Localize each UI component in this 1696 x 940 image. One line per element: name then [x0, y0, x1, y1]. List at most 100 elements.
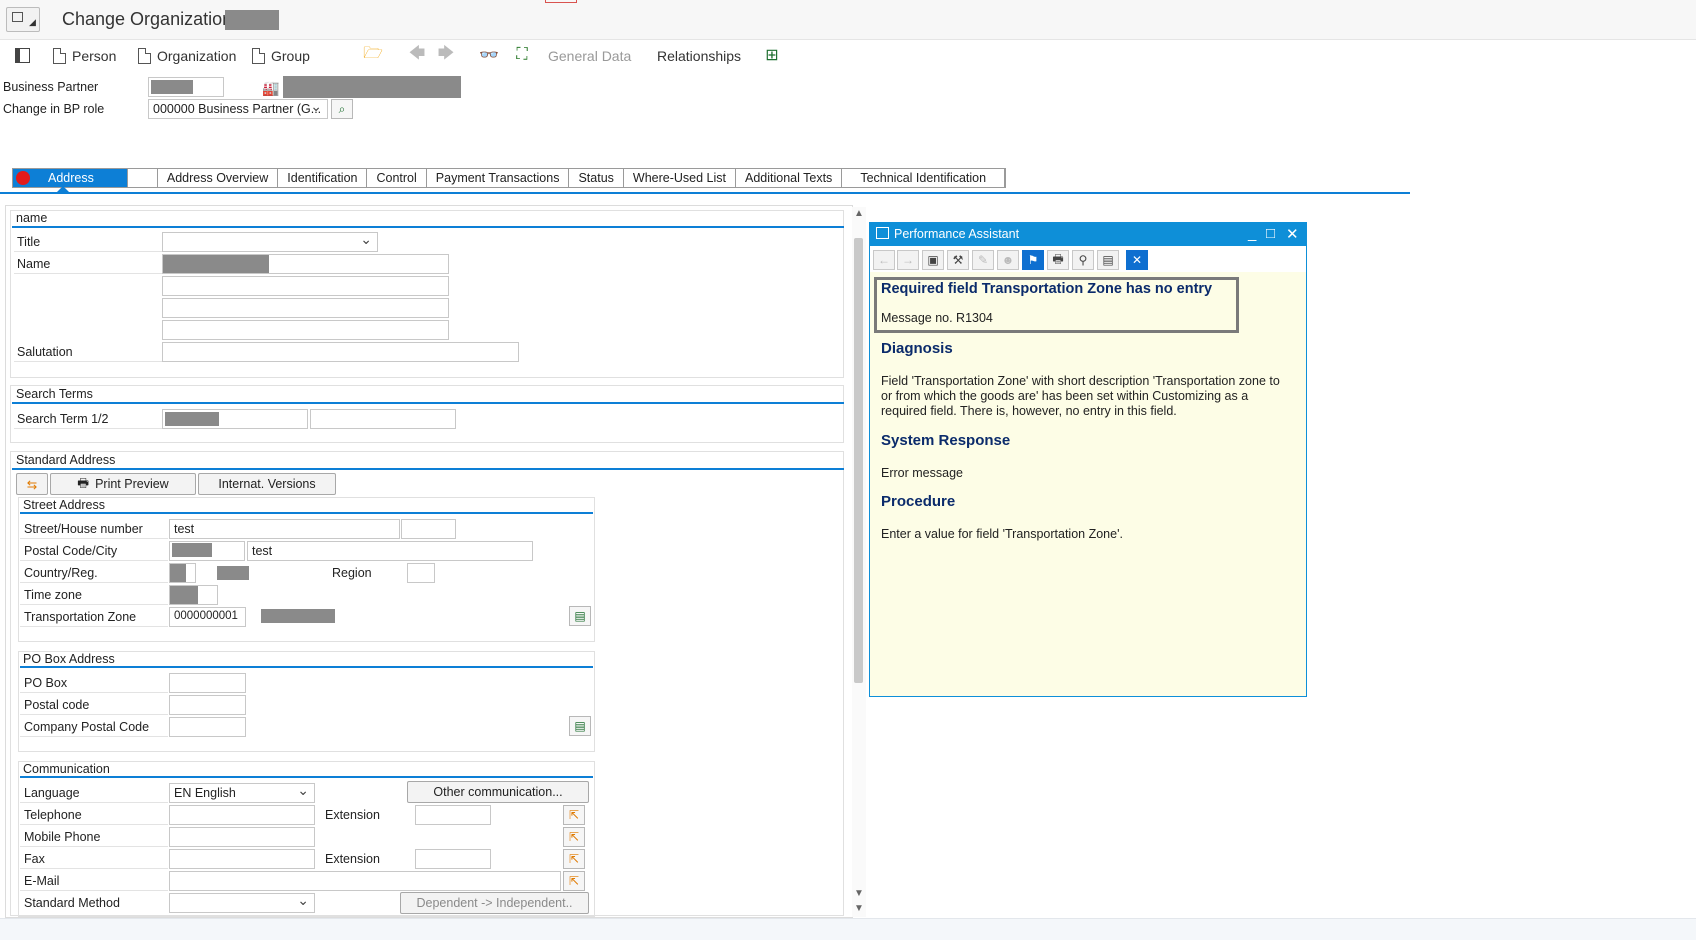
- menu-icon: [12, 12, 23, 22]
- name-field-1[interactable]: [162, 254, 449, 274]
- pa-system-response-text: Error message: [881, 466, 963, 480]
- scroll-down-icon[interactable]: ▼: [853, 903, 865, 915]
- document-list-icon[interactable]: ▤: [1097, 250, 1119, 270]
- tab-payment-transactions[interactable]: Payment Transactions: [427, 169, 570, 187]
- title-select[interactable]: [162, 232, 378, 252]
- fax-field[interactable]: [169, 849, 315, 869]
- address-action-button[interactable]: ⇆: [16, 473, 48, 495]
- share-icon: ⇆: [26, 477, 38, 492]
- maximize-icon[interactable]: □: [1266, 225, 1275, 242]
- timezone-field[interactable]: [169, 585, 218, 605]
- region-field[interactable]: [407, 563, 435, 583]
- house-number-field[interactable]: [401, 519, 456, 539]
- role-label: Change in BP role: [3, 102, 105, 116]
- mobile-phone-field[interactable]: [169, 827, 315, 847]
- dependent-independent-button[interactable]: Dependent -> Independent..: [400, 892, 589, 914]
- person-button[interactable]: Person: [53, 44, 116, 68]
- scroll-down-icon[interactable]: ▼: [853, 888, 865, 900]
- telephone-field[interactable]: [169, 805, 315, 825]
- pa-procedure-heading: Procedure: [881, 493, 956, 510]
- back-arrow-icon[interactable]: ←: [873, 250, 895, 270]
- tab-control[interactable]: Control: [367, 169, 427, 187]
- row-separator: [14, 428, 162, 429]
- toggle-panel-icon[interactable]: [11, 44, 33, 66]
- tab-address[interactable]: Address: [13, 169, 128, 187]
- po-box-field[interactable]: [169, 673, 246, 693]
- print-preview-button[interactable]: 🖶 Print Preview: [50, 473, 196, 495]
- menu-button[interactable]: ◢: [6, 7, 40, 32]
- pa-message-number: Message no. R1304: [881, 311, 993, 325]
- pa-message-title: Required field Transportation Zone has n…: [881, 281, 1213, 297]
- row-separator: [20, 714, 168, 715]
- user-icon[interactable]: ☻: [997, 250, 1019, 270]
- scroll-up-icon[interactable]: ▲: [853, 208, 865, 220]
- more-mobile-icon[interactable]: ⇱: [563, 827, 585, 847]
- po-postal-code-field[interactable]: [169, 695, 246, 715]
- more-email-icon[interactable]: ⇱: [563, 871, 585, 891]
- fax-extension-field[interactable]: [415, 849, 491, 869]
- back-arrow-icon[interactable]: 🡄: [406, 44, 428, 66]
- bp-role-select[interactable]: 000000 Business Partner (G...: [148, 99, 328, 119]
- street-label: Street/House number: [24, 522, 143, 536]
- tab-status[interactable]: Status: [569, 169, 624, 187]
- group-button[interactable]: Group: [252, 44, 310, 68]
- scrollbar-thumb[interactable]: [854, 238, 863, 683]
- search-term-2-field[interactable]: [310, 409, 456, 429]
- city-field[interactable]: test: [247, 541, 533, 561]
- help-book-icon[interactable]: ▣: [922, 250, 944, 270]
- hierarchy-icon[interactable]: ⛶: [511, 44, 533, 66]
- technical-info-icon[interactable]: ⚒: [947, 250, 969, 270]
- name-field-4[interactable]: [162, 320, 449, 340]
- transportation-zone-field[interactable]: 0000000001: [169, 607, 246, 627]
- email-field[interactable]: [169, 871, 561, 891]
- name-field-3[interactable]: [162, 298, 449, 318]
- tab-technical-identification[interactable]: Technical Identification: [842, 169, 1006, 187]
- general-data-button[interactable]: General Data: [548, 44, 631, 68]
- language-select[interactable]: EN English: [169, 783, 315, 803]
- search-help-icon[interactable]: ⌕: [331, 99, 353, 119]
- detail-icon[interactable]: ▤: [569, 716, 591, 736]
- street-field[interactable]: test: [169, 519, 400, 539]
- tab-underline: [0, 192, 1410, 194]
- minimize-icon[interactable]: _: [1248, 225, 1256, 242]
- tab-additional-texts[interactable]: Additional Texts: [736, 169, 843, 187]
- row-separator: [20, 846, 168, 847]
- more-fax-icon[interactable]: ⇱: [563, 849, 585, 869]
- forward-arrow-icon[interactable]: 🡆: [435, 44, 457, 66]
- search-term-1-field[interactable]: [162, 409, 308, 429]
- org-chart-icon[interactable]: ⊞: [761, 44, 783, 66]
- tab-empty[interactable]: [128, 169, 158, 187]
- factory-icon: 🏭: [262, 79, 280, 96]
- binoculars-icon[interactable]: ⚲: [1072, 250, 1094, 270]
- detail-icon[interactable]: ▤: [569, 606, 591, 626]
- country-field[interactable]: [169, 563, 196, 583]
- pa-procedure-text: Enter a value for field 'Transportation …: [881, 527, 1123, 541]
- glasses-icon[interactable]: 👓: [478, 44, 500, 66]
- close-icon[interactable]: ✕: [1126, 250, 1148, 270]
- folder-icon[interactable]: 🗁: [362, 44, 384, 66]
- tab-identification[interactable]: Identification: [278, 169, 368, 187]
- edit-icon[interactable]: ✎: [972, 250, 994, 270]
- close-icon[interactable]: ✕: [1286, 225, 1299, 243]
- postal-code-field[interactable]: [169, 541, 245, 561]
- company-postal-code-field[interactable]: [169, 717, 246, 737]
- salutation-label: Salutation: [17, 345, 73, 359]
- other-communication-button[interactable]: Other communication...: [407, 781, 589, 803]
- mobile-phone-label: Mobile Phone: [24, 830, 101, 844]
- name-field-2[interactable]: [162, 276, 449, 296]
- pa-title-bar[interactable]: Performance Assistant _ □ ✕: [870, 223, 1306, 246]
- standard-method-select[interactable]: [169, 893, 315, 913]
- telephone-extension-field[interactable]: [415, 805, 491, 825]
- internat-versions-button[interactable]: Internat. Versions: [198, 473, 336, 495]
- flag-icon[interactable]: ⚑: [1022, 250, 1044, 270]
- forward-arrow-icon[interactable]: →: [897, 250, 919, 270]
- tab-address-overview[interactable]: Address Overview: [158, 169, 279, 187]
- more-telephone-icon[interactable]: ⇱: [563, 805, 585, 825]
- salutation-field[interactable]: [162, 342, 519, 362]
- business-partner-field[interactable]: [148, 77, 224, 97]
- printer-icon[interactable]: 🖶: [1047, 250, 1069, 270]
- redacted-value: [151, 80, 193, 94]
- organization-button[interactable]: Organization: [138, 44, 236, 68]
- relationships-button[interactable]: Relationships: [657, 44, 741, 68]
- tab-where-used-list[interactable]: Where-Used List: [624, 169, 736, 187]
